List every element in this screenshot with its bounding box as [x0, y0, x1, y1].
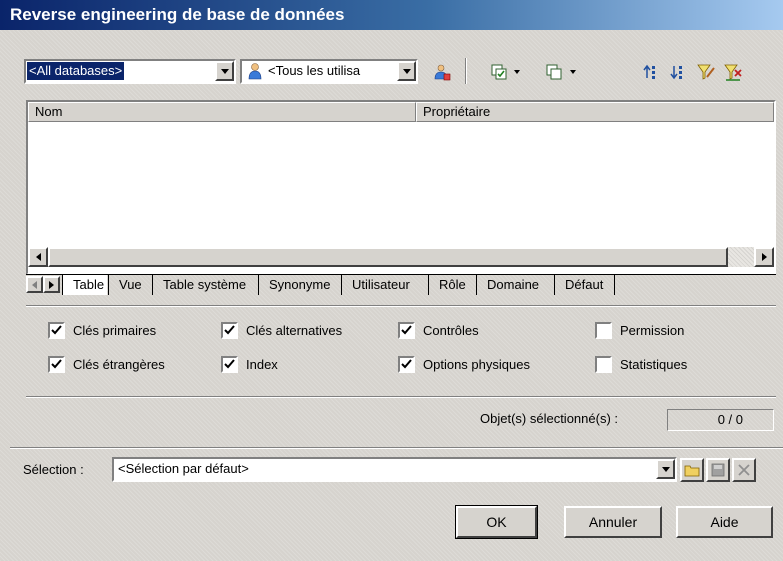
tab-user-label: Utilisateur [352, 277, 410, 292]
chevron-down-icon [220, 68, 229, 74]
column-header-name[interactable]: Nom [28, 102, 416, 122]
checks-label: Contrôles [423, 323, 479, 338]
selection-label: Sélection : [23, 462, 84, 477]
save-icon [711, 463, 725, 477]
column-header-owner[interactable]: Propriétaire [416, 102, 774, 122]
tab-table-label: Table [73, 277, 105, 292]
select-owner-icon[interactable] [431, 61, 453, 83]
option-index[interactable]: Index [221, 356, 278, 373]
tab-role[interactable]: Rôle [428, 275, 469, 295]
tab-domain[interactable]: Domaine [476, 275, 542, 295]
deselect-all-icon[interactable] [543, 61, 565, 83]
primary-keys-label: Clés primaires [73, 323, 157, 338]
chevron-down-icon [661, 466, 670, 472]
select-all-icon[interactable] [488, 61, 510, 83]
move-down-icon[interactable] [667, 61, 689, 83]
tab-default[interactable]: Défaut [554, 275, 606, 295]
arrow-right-icon [49, 280, 54, 289]
index-label: Index [246, 357, 278, 372]
filter-icon[interactable] [695, 61, 717, 83]
scroll-right-button[interactable] [754, 247, 774, 267]
scroll-left-button[interactable] [28, 247, 48, 267]
scrollbar-thumb[interactable] [48, 247, 728, 267]
tab-synonym[interactable]: Synonyme [258, 275, 333, 295]
close-icon [738, 464, 750, 476]
statistics-label: Statistiques [620, 357, 688, 372]
permission-checkbox[interactable] [595, 322, 612, 339]
chevron-down-icon [514, 70, 520, 74]
tab-scroll-right-button[interactable] [43, 276, 60, 293]
open-selection-button[interactable] [680, 458, 704, 482]
folder-icon [684, 465, 700, 477]
options-group: Clés primaires Clés alternatives Contrôl… [48, 322, 768, 382]
tab-domain-label: Domaine [487, 277, 540, 292]
statistics-checkbox[interactable] [595, 356, 612, 373]
option-physical-options[interactable]: Options physiques [398, 356, 530, 373]
owner-combo[interactable]: <Tous les utilisa [240, 59, 418, 84]
tab-scroll-left-button[interactable] [26, 276, 43, 293]
separator [26, 305, 776, 307]
help-button[interactable]: Aide [676, 506, 773, 538]
tab-system-table-label: Table système [163, 277, 247, 292]
owner-combo-dropdown-button[interactable] [397, 61, 416, 81]
database-combo-dropdown-button[interactable] [215, 61, 234, 81]
tab-user[interactable]: Utilisateur [341, 275, 413, 295]
tab-default-label: Défaut [565, 277, 604, 292]
checks-checkbox[interactable] [398, 322, 415, 339]
database-combo-value: <All databases> [27, 62, 125, 80]
option-statistics[interactable]: Statistiques [595, 356, 687, 373]
delete-selection-button[interactable] [732, 458, 756, 482]
tab-system-table[interactable]: Table système [152, 275, 249, 295]
user-icon [246, 62, 264, 80]
option-checks[interactable]: Contrôles [398, 322, 479, 339]
save-selection-button[interactable] [706, 458, 730, 482]
tab-strip: Table Vue Table système Synonyme Utilisa… [26, 274, 776, 296]
physical-options-checkbox[interactable] [398, 356, 415, 373]
deselect-all-dropdown[interactable] [570, 70, 578, 76]
database-combo[interactable]: <All databases> [24, 59, 236, 84]
arrow-left-icon [32, 280, 37, 289]
chevron-down-icon [570, 70, 576, 74]
index-checkbox[interactable] [221, 356, 238, 373]
arrow-left-icon [35, 253, 41, 261]
tab-role-label: Rôle [439, 277, 466, 292]
object-list[interactable]: Nom Propriétaire [26, 100, 776, 275]
toolbar-separator [465, 58, 467, 84]
option-primary-keys[interactable]: Clés primaires [48, 322, 156, 339]
cancel-button[interactable]: Annuler [564, 506, 662, 538]
primary-keys-checkbox[interactable] [48, 322, 65, 339]
option-alternate-keys[interactable]: Clés alternatives [221, 322, 342, 339]
tab-view-label: Vue [119, 277, 142, 292]
owner-combo-value: <Tous les utilisa [268, 63, 361, 78]
option-foreign-keys[interactable]: Clés étrangères [48, 356, 165, 373]
option-permission[interactable]: Permission [595, 322, 684, 339]
window-title: Reverse engineering de base de données [0, 0, 783, 30]
ok-button[interactable]: OK [455, 505, 538, 539]
selection-combo-value: <Sélection par défaut> [118, 461, 249, 476]
chevron-down-icon [402, 68, 411, 74]
selection-combo-dropdown-button[interactable] [656, 459, 675, 479]
selected-objects-count: 0 / 0 [667, 409, 774, 431]
alternate-keys-label: Clés alternatives [246, 323, 343, 338]
tab-synonym-label: Synonyme [269, 277, 331, 292]
foreign-keys-label: Clés étrangères [73, 357, 165, 372]
separator [26, 396, 776, 398]
select-all-dropdown[interactable] [514, 70, 522, 76]
physical-options-label: Options physiques [423, 357, 530, 372]
permission-label: Permission [620, 323, 685, 338]
arrow-right-icon [761, 253, 767, 261]
tab-view[interactable]: Vue [108, 275, 145, 295]
selected-objects-label: Objet(s) sélectionné(s) : [480, 411, 618, 426]
alternate-keys-checkbox[interactable] [221, 322, 238, 339]
clear-filter-icon[interactable] [722, 61, 744, 83]
tab-more[interactable] [614, 275, 638, 295]
tab-table[interactable]: Table [62, 275, 108, 295]
move-up-icon[interactable] [640, 61, 662, 83]
selection-combo[interactable]: <Sélection par défaut> [112, 457, 677, 482]
separator [10, 447, 783, 449]
foreign-keys-checkbox[interactable] [48, 356, 65, 373]
horizontal-scrollbar[interactable] [28, 247, 774, 267]
